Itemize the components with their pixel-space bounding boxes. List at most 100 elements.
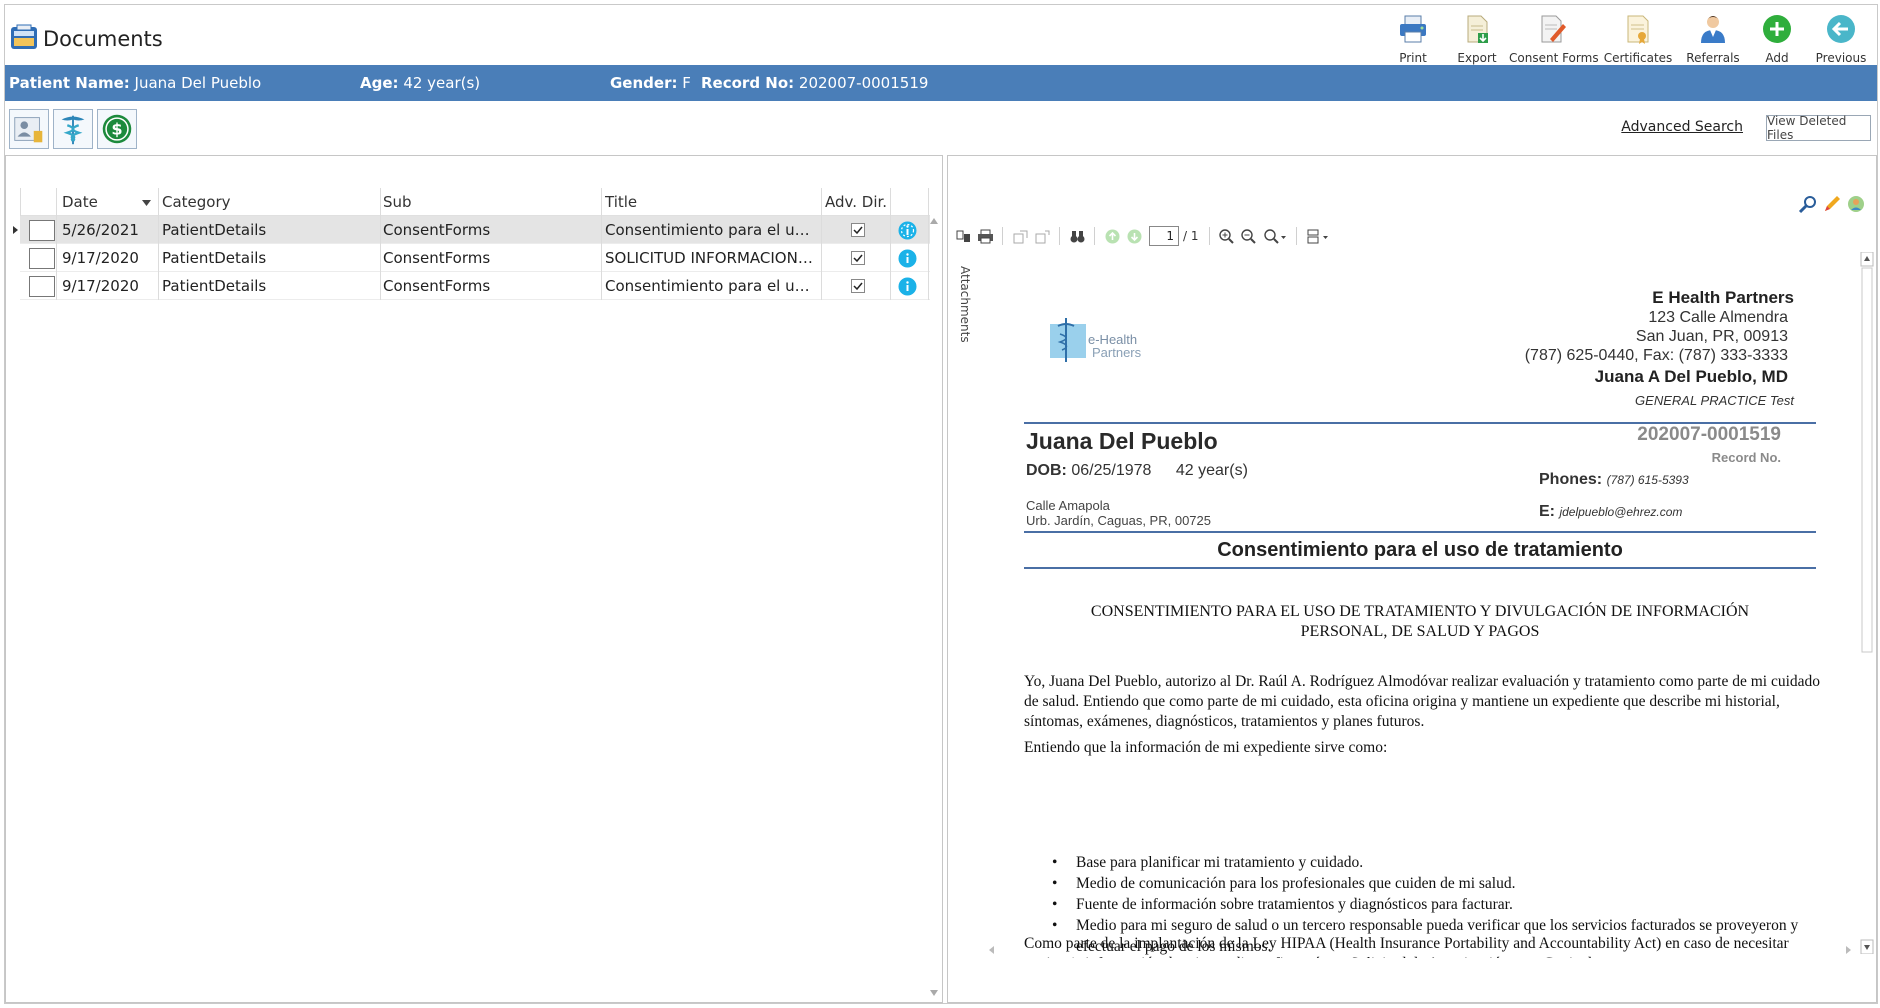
viewer-print-button[interactable]	[974, 225, 996, 247]
ehealth-partners-logo: e-Health Partners	[1048, 316, 1148, 364]
zoom-dropdown-button[interactable]	[1260, 225, 1290, 247]
adv-dir-checkbox[interactable]	[851, 223, 865, 237]
doc-dob-line: DOB: 06/25/1978 42 year(s)	[1026, 462, 1248, 480]
documents-app-icon	[11, 24, 37, 49]
referrals-button[interactable]: Referrals	[1681, 9, 1745, 67]
consent-heading: CONSENTIMIENTO PARA EL USO DE TRATAMIENT…	[1024, 602, 1816, 642]
specialty: GENERAL PRACTICE Test	[1635, 393, 1794, 408]
patient-rule	[1024, 531, 1816, 533]
page-layout-button[interactable]	[952, 225, 974, 247]
caduceus-logo-icon: e-Health Partners	[1050, 318, 1142, 362]
viewer-horizontal-scrollbar[interactable]	[984, 942, 1856, 958]
viewer-toolbar: 1 / 1	[952, 224, 1333, 248]
referrals-label: Referrals	[1686, 51, 1740, 65]
previous-label: Previous	[1815, 51, 1867, 65]
column-sub[interactable]: Sub	[383, 188, 553, 216]
info-icon[interactable]	[898, 249, 917, 268]
main-toolbar: Print Export Consent Forms Certificates …	[1381, 9, 1873, 67]
viewer-extra-tools	[1798, 194, 1866, 214]
zoom-in-icon	[1219, 228, 1234, 244]
documents-window: Documents Print Export Consent Forms Cer…	[4, 4, 1878, 1004]
org-address-2: San Juan, PR, 00913	[1635, 328, 1788, 345]
patient-card-icon	[14, 117, 43, 143]
search-icon[interactable]	[1798, 194, 1818, 214]
cell-title: Consentimiento para el uso de tratamient…	[605, 277, 817, 295]
column-title[interactable]: Title	[605, 188, 805, 216]
email-value: jdelpueblo@ehrez.com	[1559, 505, 1683, 519]
column-date[interactable]: Date	[62, 188, 132, 216]
patient-details-button[interactable]	[9, 109, 49, 149]
row-select-checkbox[interactable]	[29, 276, 55, 297]
consent-forms-button[interactable]: Consent Forms	[1509, 9, 1599, 67]
certificates-button[interactable]: Certificates	[1595, 9, 1681, 67]
previous-button[interactable]: Previous	[1809, 9, 1873, 67]
patient-name-value: Juana Del Pueblo	[134, 74, 262, 92]
attachments-tab[interactable]: Attachments	[950, 266, 972, 356]
consent-heading-line-2: PERSONAL, DE SALUD Y PAGOS	[1300, 623, 1540, 640]
add-button[interactable]: Add	[1745, 9, 1809, 67]
doc-age: 42 year(s)	[1175, 462, 1248, 479]
signature-user-icon[interactable]	[1846, 194, 1866, 214]
row-select-checkbox[interactable]	[29, 220, 55, 241]
title-bar: Documents Print Export Consent Forms Cer…	[5, 5, 1877, 65]
export-page-icon	[1013, 230, 1027, 243]
save-page-icon	[1035, 230, 1049, 243]
arrow-up-circle-icon	[1105, 229, 1119, 243]
pencil-icon[interactable]	[1822, 194, 1842, 214]
paragraph-2: Entiendo que la información de mi expedi…	[1024, 739, 1388, 756]
print-button[interactable]: Print	[1381, 9, 1445, 67]
zoom-out-button[interactable]	[1238, 225, 1260, 247]
export-page-button[interactable]	[1009, 225, 1031, 247]
column-category[interactable]: Category	[162, 188, 332, 216]
certificates-label: Certificates	[1603, 51, 1673, 65]
cell-sub: ConsentForms	[383, 277, 491, 295]
page-number-input[interactable]: 1	[1149, 226, 1179, 246]
cell-sub: ConsentForms	[383, 221, 491, 239]
cell-title: SOLICITUD INFORMACION PERSONAL	[605, 249, 817, 267]
save-page-button[interactable]	[1031, 225, 1053, 247]
sort-down-icon[interactable]	[142, 200, 151, 206]
add-label: Add	[1765, 51, 1789, 65]
grid-scroll-up-icon[interactable]	[930, 218, 938, 224]
consent-form-icon	[1541, 15, 1566, 43]
page-total: / 1	[1183, 229, 1199, 243]
view-mode-button[interactable]	[1303, 225, 1333, 247]
billing-button[interactable]: $	[97, 109, 137, 149]
grid-header: Date Category Sub Title Adv. Dir.	[20, 188, 930, 216]
svg-text:$: $	[111, 120, 122, 139]
table-row[interactable]: 5/26/2021 PatientDetails ConsentForms Co…	[13, 216, 930, 244]
record-number-label: Record No:	[701, 74, 795, 92]
info-icon[interactable]	[898, 277, 917, 296]
patient-name-label: Patient Name:	[9, 74, 130, 92]
table-row[interactable]: 9/17/2020 PatientDetails ConsentForms Co…	[20, 272, 930, 300]
next-page-button[interactable]	[1123, 225, 1145, 247]
zoom-dropdown-icon	[1263, 228, 1286, 244]
svg-text:Partners: Partners	[1092, 345, 1142, 360]
medical-history-button[interactable]	[53, 109, 93, 149]
viewer-vertical-scrollbar[interactable]	[1858, 252, 1876, 954]
view-deleted-files-button[interactable]: View Deleted Files	[1766, 114, 1871, 142]
cell-title: Consentimiento para el uso de tratamient…	[605, 221, 817, 239]
previous-page-button[interactable]	[1101, 225, 1123, 247]
binoculars-icon	[1070, 230, 1084, 242]
adv-dir-checkbox[interactable]	[851, 279, 865, 293]
info-icon[interactable]	[898, 221, 917, 240]
record-number-field: Record No: 202007-0001519	[701, 74, 928, 92]
column-adv-dir[interactable]: Adv. Dir.	[825, 188, 895, 216]
dob-label: DOB:	[1026, 462, 1067, 479]
doc-address-1: Calle Amapola	[1026, 498, 1110, 513]
zoom-in-button[interactable]	[1216, 225, 1238, 247]
document-viewer-pane: 1 / 1 Attachments e-Health Partners E He…	[947, 155, 1877, 1003]
doctor-referral-icon	[1701, 16, 1725, 43]
phones-label: Phones:	[1539, 471, 1603, 488]
export-button[interactable]: Export	[1445, 9, 1509, 67]
adv-dir-checkbox[interactable]	[851, 251, 865, 265]
patient-age-label: Age:	[360, 74, 399, 92]
grid-scroll-down-icon[interactable]	[930, 990, 938, 996]
printer-icon	[1400, 15, 1426, 43]
document-preview: e-Health Partners E Health Partners 123 …	[984, 256, 1856, 958]
advanced-search-link[interactable]: Advanced Search	[1621, 119, 1743, 135]
row-select-checkbox[interactable]	[29, 248, 55, 269]
find-button[interactable]	[1066, 225, 1088, 247]
table-row[interactable]: 9/17/2020 PatientDetails ConsentForms SO…	[20, 244, 930, 272]
